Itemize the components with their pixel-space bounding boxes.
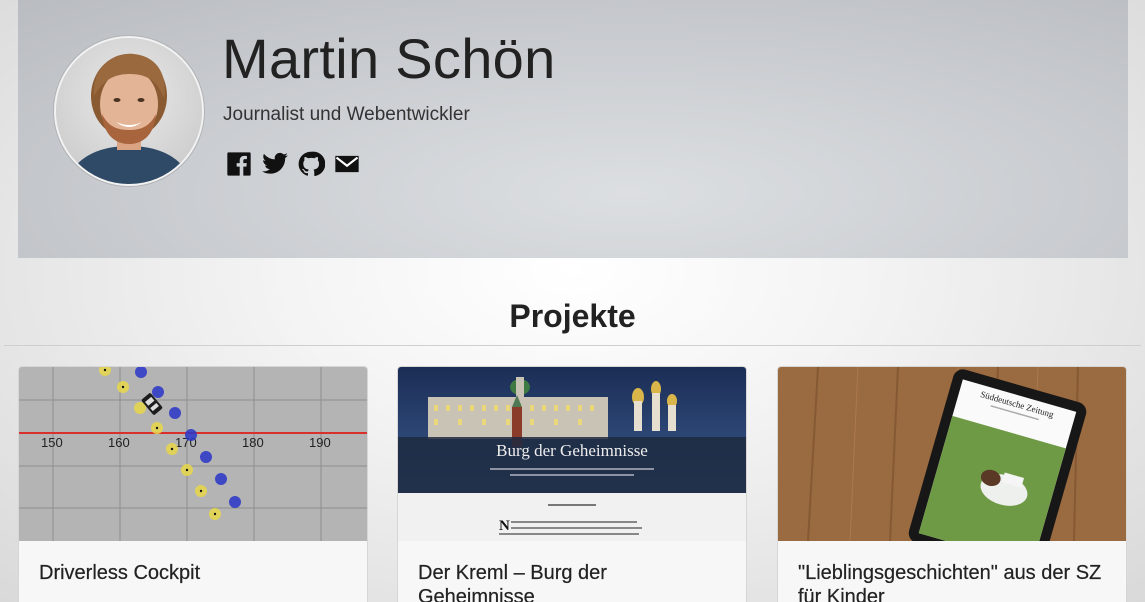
- github-icon: [298, 151, 325, 177]
- profile-name: Martin Schön: [222, 27, 556, 90]
- section-title-projects: Projekte: [509, 298, 636, 334]
- thumb-tick-label: 160: [108, 435, 130, 450]
- profile-header: Martin Schön Journalist und Webentwickle…: [18, 0, 1128, 258]
- thumb-tick-label: 190: [309, 435, 331, 450]
- mail-link[interactable]: [333, 150, 361, 178]
- svg-text:N: N: [499, 518, 510, 534]
- project-title[interactable]: Driverless Cockpit: [19, 541, 367, 585]
- project-thumbnail[interactable]: 150 160 170 180 190: [19, 367, 367, 541]
- twitter-icon: [262, 152, 288, 174]
- divider: [4, 345, 1141, 346]
- thumb-tick-label: 150: [41, 435, 63, 450]
- project-thumbnail[interactable]: Süddeutsche Zeitung: [778, 367, 1126, 541]
- avatar: [54, 36, 204, 186]
- social-links: [225, 150, 361, 178]
- project-card-driverless-cockpit[interactable]: 150 160 170 180 190 Driverless Cockpit: [18, 366, 368, 602]
- profile-subtitle: Journalist und Webentwickler: [223, 104, 470, 125]
- thumb-tick-label: 180: [242, 435, 264, 450]
- mail-icon: [335, 155, 359, 173]
- github-link[interactable]: [297, 150, 325, 178]
- project-card-lieblingsgeschichten[interactable]: Süddeutsche Zeitung "Lieblingsgeschichte…: [777, 366, 1127, 602]
- project-title[interactable]: Der Kreml – Burg der Geheimnisse: [398, 541, 746, 602]
- project-thumbnail[interactable]: Burg der Geheimnisse N: [398, 367, 746, 541]
- facebook-link[interactable]: [225, 150, 253, 178]
- facebook-icon: [227, 152, 251, 176]
- twitter-link[interactable]: [261, 150, 289, 178]
- thumb-headline: Burg der Geheimnisse: [496, 441, 648, 460]
- project-card-kreml[interactable]: Burg der Geheimnisse N Der Kreml – Burg …: [397, 366, 747, 602]
- project-title[interactable]: "Lieblingsgeschichten" aus der SZ für Ki…: [778, 541, 1126, 602]
- page: Martin Schön Journalist und Webentwickle…: [0, 0, 1145, 602]
